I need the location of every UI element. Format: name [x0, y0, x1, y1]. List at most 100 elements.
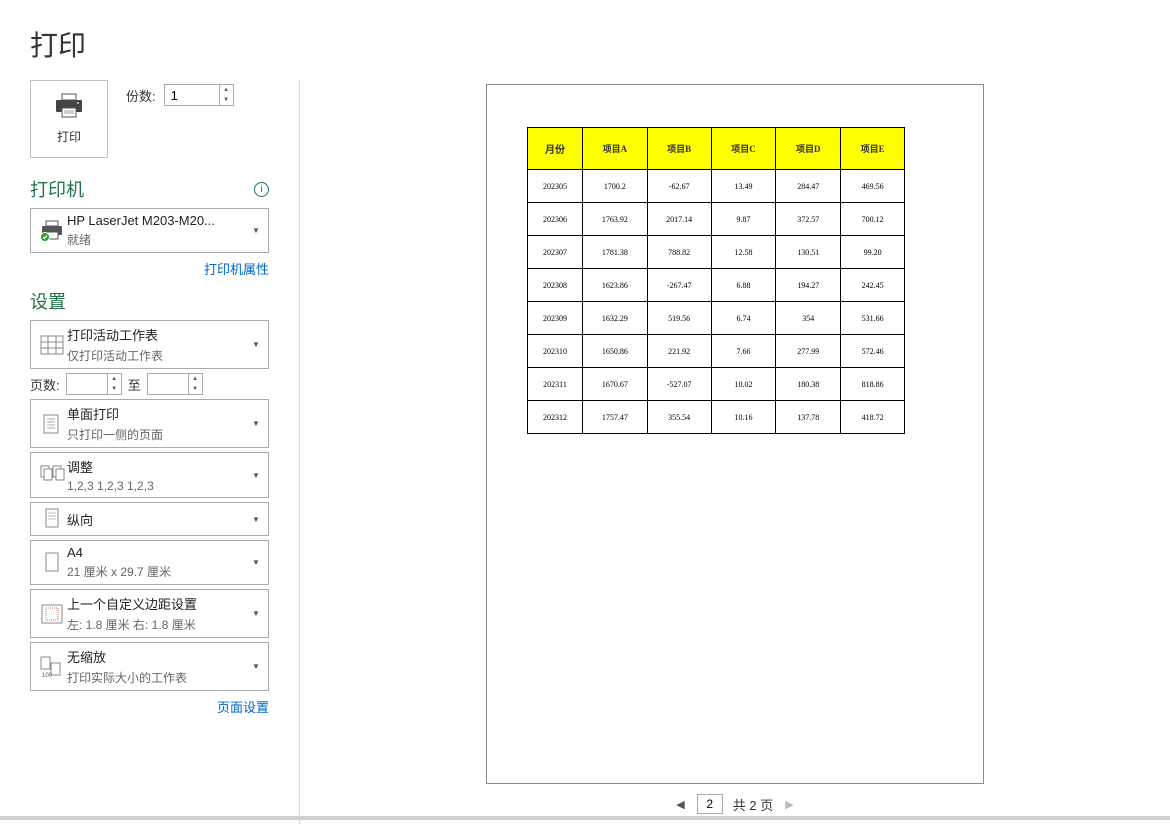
- table-cell: 1650.86: [582, 335, 647, 368]
- chevron-down-icon: ▼: [252, 515, 264, 524]
- margins-selector[interactable]: 上一个自定义边距设置 左: 1.8 厘米 右: 1.8 厘米 ▼: [30, 589, 269, 638]
- sheet-grid-icon: [37, 335, 67, 355]
- copies-up-icon[interactable]: ▲: [220, 85, 233, 95]
- print-button[interactable]: 打印: [30, 80, 108, 158]
- table-cell: -62.67: [647, 170, 711, 203]
- printer-status: 就绪: [67, 231, 252, 248]
- settings-section-title: 设置: [30, 288, 66, 314]
- table-cell: 1632.29: [582, 302, 647, 335]
- collate-icon: [37, 464, 67, 486]
- info-icon[interactable]: i: [254, 182, 269, 197]
- copies-down-icon[interactable]: ▼: [220, 95, 233, 105]
- table-cell: 6.74: [711, 302, 776, 335]
- copies-input[interactable]: [165, 85, 219, 105]
- chevron-down-icon: ▼: [252, 340, 264, 349]
- printer-section-title: 打印机: [30, 176, 84, 202]
- status-bar: [0, 816, 1170, 820]
- orientation-selector[interactable]: 纵向 ▼: [30, 502, 269, 536]
- table-cell: -267.47: [647, 269, 711, 302]
- paper-size-selector[interactable]: A4 21 厘米 x 29.7 厘米 ▼: [30, 540, 269, 585]
- page-from-spinner[interactable]: ▲▼: [66, 373, 122, 395]
- table-cell: 277.99: [776, 335, 841, 368]
- pages-label: 页数:: [30, 375, 60, 394]
- table-cell: 202310: [528, 335, 583, 368]
- collate-title: 调整: [67, 457, 252, 476]
- down-icon[interactable]: ▼: [108, 384, 121, 394]
- printer-name: HP LaserJet M203-M20...: [67, 213, 252, 228]
- table-cell: 202311: [528, 368, 583, 401]
- printer-ready-icon: [37, 220, 67, 242]
- chevron-down-icon: ▼: [252, 471, 264, 480]
- scaling-selector[interactable]: 100 无缩放 打印实际大小的工作表 ▼: [30, 642, 269, 691]
- page-from-input[interactable]: [67, 374, 107, 394]
- paper-title: A4: [67, 545, 252, 560]
- table-header: 项目E: [841, 128, 905, 170]
- page-to-input[interactable]: [148, 374, 188, 394]
- prev-page-icon[interactable]: ◀: [674, 796, 686, 813]
- sides-selector[interactable]: 单面打印 只打印一侧的页面 ▼: [30, 399, 269, 448]
- svg-text:100: 100: [42, 673, 53, 679]
- table-cell: 2017.14: [647, 203, 711, 236]
- table-cell: 418.72: [841, 401, 905, 434]
- table-cell: 202309: [528, 302, 583, 335]
- table-cell: 1757.47: [582, 401, 647, 434]
- page-setup-link[interactable]: 页面设置: [217, 700, 269, 715]
- table-cell: 202312: [528, 401, 583, 434]
- table-header: 项目B: [647, 128, 711, 170]
- margins-title: 上一个自定义边距设置: [67, 594, 252, 613]
- table-cell: 12.58: [711, 236, 776, 269]
- table-row: 2023111670.67-527.0710.02180.38818.86: [528, 368, 905, 401]
- up-icon[interactable]: ▲: [189, 374, 202, 384]
- page-title: 打印: [0, 0, 1170, 80]
- scope-title: 打印活动工作表: [67, 325, 252, 344]
- table-row: 2023071781.38788.8212.58130.5199.20: [528, 236, 905, 269]
- collate-sub: 1,2,3 1,2,3 1,2,3: [67, 479, 252, 493]
- printer-properties-link[interactable]: 打印机属性: [204, 262, 269, 277]
- table-cell: 469.56: [841, 170, 905, 203]
- table-row: 2023091632.29519.566.74354531.66: [528, 302, 905, 335]
- printer-selector[interactable]: HP LaserJet M203-M20... 就绪 ▼: [30, 208, 269, 253]
- table-cell: 1670.67: [582, 368, 647, 401]
- copies-label: 份数:: [126, 86, 156, 105]
- table-cell: 242.45: [841, 269, 905, 302]
- table-header: 项目D: [776, 128, 841, 170]
- up-icon[interactable]: ▲: [108, 374, 121, 384]
- single-side-icon: [37, 412, 67, 436]
- copies-spinner[interactable]: ▲ ▼: [164, 84, 234, 106]
- printer-icon: [53, 93, 85, 122]
- table-header: 项目C: [711, 128, 776, 170]
- chevron-down-icon: ▼: [252, 226, 264, 235]
- table-cell: 202307: [528, 236, 583, 269]
- print-scope-selector[interactable]: 打印活动工作表 仅打印活动工作表 ▼: [30, 320, 269, 369]
- table-cell: 202306: [528, 203, 583, 236]
- no-scaling-icon: 100: [37, 655, 67, 679]
- table-row: 2023101650.86221.927.66277.99572.46: [528, 335, 905, 368]
- page-to-spinner[interactable]: ▲▼: [147, 373, 203, 395]
- preview-area: 月份项目A项目B项目C项目D项目E 2023051700.2-62.6713.4…: [300, 80, 1170, 824]
- table-cell: 130.51: [776, 236, 841, 269]
- table-cell: 137.78: [776, 401, 841, 434]
- sides-sub: 只打印一侧的页面: [67, 426, 252, 443]
- margins-sub: 左: 1.8 厘米 右: 1.8 厘米: [67, 616, 252, 633]
- table-row: 2023081623.86-267.476.88194.27242.45: [528, 269, 905, 302]
- total-pages-label: 共 2 页: [733, 795, 773, 814]
- next-page-icon[interactable]: ▶: [783, 796, 795, 813]
- table-header: 月份: [528, 128, 583, 170]
- orientation-title: 纵向: [67, 510, 252, 529]
- collate-selector[interactable]: 调整 1,2,3 1,2,3 1,2,3 ▼: [30, 452, 269, 498]
- table-cell: 818.86: [841, 368, 905, 401]
- table-row: 2023051700.2-62.6713.49284.47469.56: [528, 170, 905, 203]
- table-cell: 355.54: [647, 401, 711, 434]
- table-cell: 6.88: [711, 269, 776, 302]
- scaling-sub: 打印实际大小的工作表: [67, 669, 252, 686]
- table-cell: 531.66: [841, 302, 905, 335]
- table-cell: 700.12: [841, 203, 905, 236]
- scope-sub: 仅打印活动工作表: [67, 347, 252, 364]
- table-cell: 1781.38: [582, 236, 647, 269]
- table-cell: 202308: [528, 269, 583, 302]
- table-row: 2023061763.922017.149.87372.57700.12: [528, 203, 905, 236]
- current-page-input[interactable]: [697, 794, 723, 814]
- down-icon[interactable]: ▼: [189, 384, 202, 394]
- scaling-title: 无缩放: [67, 647, 252, 666]
- table-header: 项目A: [582, 128, 647, 170]
